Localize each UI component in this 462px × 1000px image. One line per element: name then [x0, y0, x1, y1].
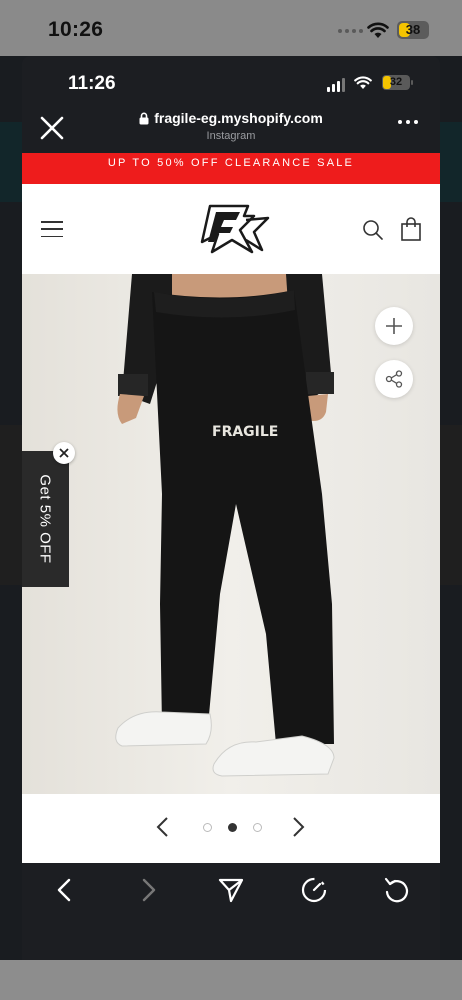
- source-app-label: Instagram: [206, 130, 256, 142]
- reload-icon: [384, 877, 409, 903]
- forward-button[interactable]: [133, 875, 163, 905]
- reload-button[interactable]: [382, 875, 412, 905]
- speed-button[interactable]: [299, 875, 329, 905]
- hamburger-menu-icon: [41, 221, 63, 223]
- promo-banner[interactable]: UP TO 50% OFF CLEARANCE SALE: [22, 153, 440, 184]
- send-button[interactable]: [216, 875, 246, 905]
- fragile-star-logo[interactable]: [188, 200, 274, 256]
- chevron-left-icon: [156, 817, 168, 837]
- gallery-next-button[interactable]: [290, 816, 306, 838]
- outer-signal-dots-icon: [338, 29, 363, 33]
- battery-percent: 32: [389, 76, 403, 88]
- site-header: [22, 184, 440, 274]
- back-button[interactable]: [50, 875, 80, 905]
- discount-close-button[interactable]: [53, 442, 75, 464]
- discount-tab-label: Get 5% OFF: [36, 474, 54, 564]
- outer-bottom-area: [0, 960, 462, 1000]
- pants-print-text: FRAGILE: [212, 424, 278, 440]
- battery-icon: 32: [382, 75, 410, 90]
- wifi-icon: [354, 76, 372, 90]
- web-content: UP TO 50% OFF CLEARANCE SALE FRAGILE Get…: [22, 153, 440, 863]
- outer-status-bar: 10:26 38: [0, 0, 462, 56]
- share-product-button[interactable]: [375, 360, 413, 398]
- cart-button[interactable]: [400, 217, 422, 241]
- image-gallery-nav: [22, 794, 440, 863]
- gallery-dot[interactable]: [253, 823, 262, 832]
- outer-clock: 10:26: [48, 18, 104, 41]
- chevron-right-icon: [293, 817, 305, 837]
- speedometer-icon: [301, 877, 327, 903]
- close-browser-button[interactable]: [38, 114, 66, 142]
- url-text: fragile-eg.myshopify.com: [154, 110, 323, 126]
- search-icon: [363, 220, 383, 240]
- browser-toolbar: [22, 863, 440, 960]
- zoom-button[interactable]: [375, 307, 413, 345]
- more-options-icon: [398, 120, 402, 124]
- product-photo: FRAGILE: [22, 274, 440, 794]
- search-button[interactable]: [362, 219, 384, 241]
- more-options-button[interactable]: [398, 120, 418, 124]
- gallery-dot[interactable]: [228, 823, 237, 832]
- shopping-bag-icon: [401, 217, 421, 241]
- discount-tab[interactable]: Get 5% OFF: [22, 451, 69, 587]
- cellular-signal-icon: [327, 78, 345, 92]
- plus-icon: [386, 318, 402, 334]
- send-icon: [218, 878, 244, 903]
- product-image[interactable]: FRAGILE: [22, 274, 440, 794]
- gallery-dot[interactable]: [203, 823, 212, 832]
- menu-button[interactable]: [41, 221, 63, 237]
- lock-icon: [139, 112, 149, 124]
- forward-arrow-icon: [142, 878, 156, 902]
- outer-battery-icon: 38: [397, 21, 429, 39]
- share-icon: [385, 370, 403, 388]
- close-icon: [40, 116, 64, 140]
- outer-wifi-icon: [367, 22, 389, 38]
- address-bar[interactable]: fragile-eg.myshopify.com Instagram: [122, 110, 340, 142]
- back-arrow-icon: [57, 878, 71, 902]
- close-icon: [59, 448, 69, 458]
- in-app-browser-sheet: 11:26 32 fragile-eg.myshopify.com Instag…: [22, 56, 440, 960]
- gallery-prev-button[interactable]: [155, 816, 171, 838]
- outer-battery-percent: 38: [405, 22, 421, 37]
- browser-status-clock: 11:26: [68, 73, 116, 94]
